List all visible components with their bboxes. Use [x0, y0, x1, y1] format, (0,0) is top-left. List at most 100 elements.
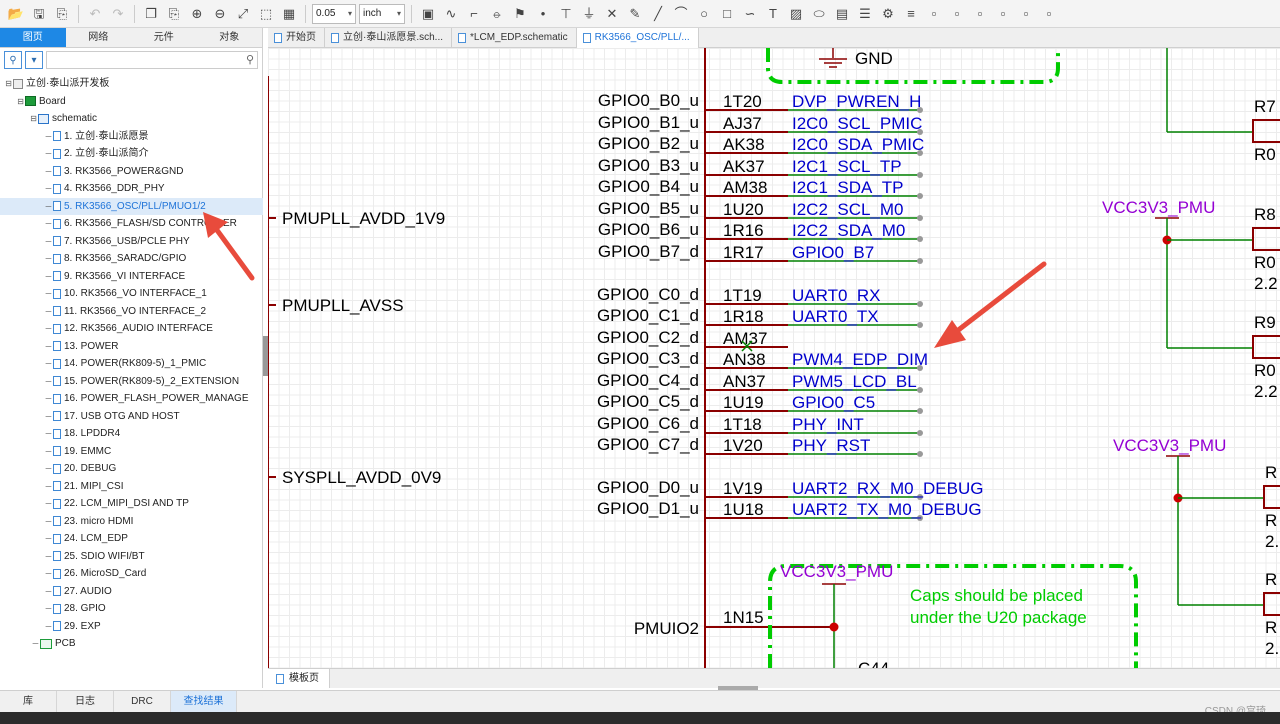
- collapse-toggle-icon[interactable]: ⊟: [29, 110, 38, 127]
- undo-icon[interactable]: ↶: [85, 4, 105, 24]
- ic-pin-name[interactable]: GPIO0_B7_d: [598, 242, 699, 261]
- chip-icon[interactable]: ▣: [418, 4, 438, 24]
- settings-icon[interactable]: ⚙: [878, 4, 898, 24]
- cap-designator[interactable]: C44: [858, 659, 889, 668]
- resistor-designator[interactable]: R7: [1254, 97, 1276, 116]
- tree-search-input[interactable]: [47, 52, 257, 68]
- rect-icon[interactable]: □: [717, 4, 737, 24]
- schematic-drawing[interactable]: PMUPLL_AVDD_1V9 PMUPLL_AVSS SYSPLL_AVDD_0V…: [268, 48, 1280, 668]
- tree-item[interactable]: ─ 5. RK3566_OSC/PLL/PMUO1/2: [0, 197, 263, 215]
- no-connect-icon[interactable]: ✕: [602, 4, 622, 24]
- left-tab-1[interactable]: 网络: [66, 28, 132, 47]
- tree-item[interactable]: ─ 26. MicroSD_Card: [0, 565, 263, 582]
- power-label[interactable]: VCC3V3_PMU: [1113, 436, 1226, 455]
- tree-item[interactable]: ─ 20. DEBUG: [0, 460, 263, 477]
- net-label[interactable]: UART2_RX_M0_DEBUG: [792, 479, 983, 498]
- tree-item[interactable]: ─ 28. GPIO: [0, 600, 263, 617]
- net-label[interactable]: GPIO0_C5: [792, 393, 875, 412]
- wire-end-dot[interactable]: [917, 408, 923, 414]
- wire-end-dot[interactable]: [917, 258, 923, 264]
- power-pin-label[interactable]: SYSPLL_AVDD_0V9: [282, 468, 441, 487]
- net-label[interactable]: I2C2_SCL_M0: [792, 200, 904, 219]
- doc-tab-1[interactable]: 立创·泰山派愿景.sch...: [325, 28, 453, 48]
- resistor-designator[interactable]: R8: [1254, 205, 1276, 224]
- resistor-body[interactable]: [1263, 592, 1280, 616]
- net-label[interactable]: UART0_RX: [792, 286, 881, 305]
- unit-select[interactable]: inch ▾: [359, 3, 405, 24]
- tree-item[interactable]: ─ 11. RK3566_VO INTERFACE_2: [0, 303, 263, 320]
- bus-icon[interactable]: ⦵: [487, 4, 507, 24]
- net-label[interactable]: PHY_RST: [792, 436, 870, 455]
- bottom-tab-1[interactable]: 日志: [57, 691, 114, 712]
- resistor-value[interactable]: R0: [1254, 253, 1276, 272]
- ic-pin-number[interactable]: 1R17: [723, 243, 764, 262]
- pin-icon[interactable]: ⌐: [464, 4, 484, 24]
- resistor-value[interactable]: 2.: [1265, 639, 1279, 658]
- ic-pin-number[interactable]: AN37: [723, 372, 766, 391]
- left-tab-2[interactable]: 元件: [131, 28, 197, 47]
- tree-item[interactable]: ─ 22. LCM_MIPI_DSI AND TP: [0, 495, 263, 512]
- ic-pin-number[interactable]: AM38: [723, 178, 767, 197]
- save-as-icon[interactable]: ⎘: [52, 4, 72, 24]
- fit-all-icon[interactable]: ⤢: [233, 4, 253, 24]
- resistor-value[interactable]: 2.2: [1254, 382, 1278, 401]
- ic-pin-name[interactable]: GPIO0_C7_d: [597, 435, 699, 454]
- resistor-value[interactable]: 2.2: [1254, 274, 1278, 293]
- wire-end-dot[interactable]: [917, 451, 923, 457]
- grid-icon[interactable]: ▦: [279, 4, 299, 24]
- resistor-designator[interactable]: R9: [1254, 313, 1276, 332]
- layer-f-icon[interactable]: ▫: [1039, 4, 1059, 24]
- junction-icon[interactable]: •: [533, 4, 553, 24]
- ic-pin-name[interactable]: GPIO0_B6_u: [598, 220, 699, 239]
- sheet-tab-0[interactable]: 模板页: [268, 669, 330, 688]
- ic-pin-name[interactable]: GPIO0_C4_d: [597, 371, 699, 390]
- net-label[interactable]: UART0_TX: [792, 307, 879, 326]
- doc-tab-0[interactable]: 开始页: [268, 28, 325, 48]
- ic-pin-number[interactable]: 1T18: [723, 415, 762, 434]
- ic-pin-number[interactable]: 1U20: [723, 200, 764, 219]
- resistor-value[interactable]: R: [1265, 511, 1277, 530]
- ic-pin-number[interactable]: 1R18: [723, 307, 764, 326]
- resistor-body[interactable]: [1263, 485, 1280, 509]
- ic-pin-name[interactable]: GPIO0_B5_u: [598, 199, 699, 218]
- tree-item[interactable]: ─ 7. RK3566_USB/PCLE PHY: [0, 233, 263, 250]
- ic-pin-name[interactable]: GPIO0_C5_d: [597, 392, 699, 411]
- bezier-icon[interactable]: ∽: [740, 4, 760, 24]
- ic-pin-name[interactable]: GPIO0_C6_d: [597, 414, 699, 433]
- ic-pin-name[interactable]: PMUIO2: [634, 619, 699, 638]
- bottom-tab-3[interactable]: 查找结果: [171, 691, 237, 712]
- bottom-tab-0[interactable]: 库: [0, 691, 57, 712]
- left-tab-0[interactable]: 图页: [0, 28, 66, 47]
- ic-pin-name[interactable]: GPIO0_B0_u: [598, 91, 699, 110]
- tree-item[interactable]: ─ 17. USB OTG AND HOST: [0, 408, 263, 425]
- filter-icon[interactable]: ▾: [25, 51, 43, 69]
- ic-pin-name[interactable]: GPIO0_D0_u: [597, 478, 699, 497]
- zoom-in-icon[interactable]: ⊕: [187, 4, 207, 24]
- zoom-out-icon[interactable]: ⊖: [210, 4, 230, 24]
- resistor-designator[interactable]: R: [1265, 463, 1277, 482]
- tree-item[interactable]: ─ 29. EXP: [0, 618, 263, 635]
- tree-item[interactable]: ─ 19. EMMC: [0, 443, 263, 460]
- net-label[interactable]: DVP_PWREN_H: [792, 92, 921, 111]
- tree-search-field[interactable]: ⚲: [46, 51, 258, 69]
- resistor-body[interactable]: [1252, 119, 1280, 143]
- layer-e-icon[interactable]: ▫: [1016, 4, 1036, 24]
- power-label[interactable]: VCC3V3_PMU: [780, 562, 893, 581]
- wire-end-dot[interactable]: [917, 301, 923, 307]
- layer-c-icon[interactable]: ▫: [970, 4, 990, 24]
- tree-item[interactable]: ─ 18. LPDDR4: [0, 425, 263, 442]
- ic-pin-name[interactable]: GPIO0_C3_d: [597, 349, 699, 368]
- zoom-area-icon[interactable]: ⬚: [256, 4, 276, 24]
- ic-pin-name[interactable]: GPIO0_B4_u: [598, 177, 699, 196]
- collapse-toggle-icon[interactable]: ⊟: [4, 75, 13, 92]
- left-tab-3[interactable]: 对象: [197, 28, 263, 47]
- netlabel-icon[interactable]: ⚑: [510, 4, 530, 24]
- net-label[interactable]: GPIO0_B7: [792, 243, 874, 262]
- tree-item[interactable]: ─ PCB: [0, 635, 263, 652]
- power-pin-label[interactable]: PMUPLL_AVSS: [282, 296, 404, 315]
- arc-icon[interactable]: ⌒: [671, 4, 691, 24]
- net-label[interactable]: I2C0_SDA_PMIC: [792, 135, 924, 154]
- resistor-body[interactable]: [1252, 227, 1280, 251]
- tree-item[interactable]: ⊟ schematic: [0, 110, 263, 127]
- resistor-value[interactable]: R0: [1254, 361, 1276, 380]
